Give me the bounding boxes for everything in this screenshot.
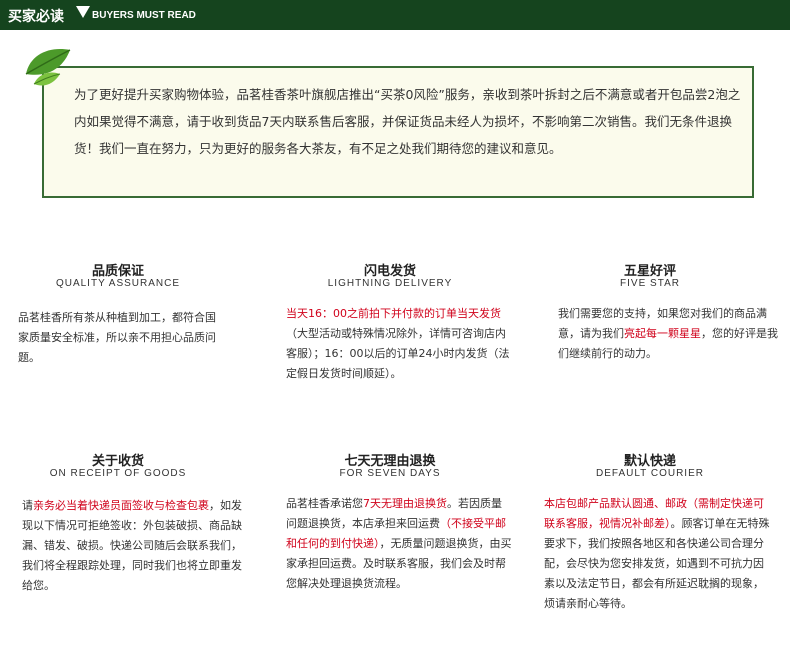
feature-shipping: 闪电发货 LIGHTNING DELIVERY 当天16：00之前拍下并付款的订… xyxy=(260,256,520,396)
rating-subtitle: FIVE STAR xyxy=(620,278,680,289)
feature-returns: 七天无理由退换 FOR SEVEN DAYS 品茗桂香承诺您7天无理由退换货。若… xyxy=(260,446,520,626)
shipping-title: 闪电发货 xyxy=(363,264,416,279)
receipt-subtitle: ON RECEIPT OF GOODS xyxy=(49,468,187,479)
header-title-en: BUYERS MUST READ xyxy=(92,10,196,21)
notice-text: 为了更好提升买家购物体验，品茗桂香茶叶旗舰店推出“买茶0风险”服务，亲收到茶叶拆… xyxy=(74,87,741,156)
shipping-body: 当天16：00之前拍下并付款的订单当天发货 （大型活动或特殊情况除外，详情可咨询店… xyxy=(286,304,512,384)
rating-body: 我们需要您的支持，如果您对我们的商品满意，请为我们亮起每一颗星星，您的好评是我们… xyxy=(558,304,784,364)
returns-body: 品茗桂香承诺您7天无理由退换货。若因质量问题退换货，本店承担来回运费（不接受平邮… xyxy=(286,494,512,594)
returns-text-a: 品茗桂香承诺您 xyxy=(286,497,363,510)
shipping-highlight: 当天16：00之前拍下并付款的订单当天发货 xyxy=(286,307,501,320)
feature-receipt: 关于收货 ON RECEIPT OF GOODS 请亲务必当着快递员面签收与检查… xyxy=(0,446,260,626)
courier-title: 默认快递 xyxy=(623,454,676,469)
tea-leaf-icon xyxy=(25,49,71,86)
receipt-highlight: 亲务必当着快递员面签收与检查包裹 xyxy=(33,499,209,512)
quality-body: 品茗桂香所有茶从种植到加工，都符合国家质量安全标准，所以亲不用担心品质问题。 xyxy=(18,311,216,364)
returns-highlight-1: 7天无理由退换货 xyxy=(363,497,447,510)
courier-details: 。顾客订单在无特殊要求下，我们按照各地区和各快递公司合理分配，会尽快为您安排发货… xyxy=(544,517,770,610)
returns-subtitle: FOR SEVEN DAYS xyxy=(339,468,441,479)
quality-title: 品质保证 xyxy=(91,264,144,279)
receipt-title: 关于收货 xyxy=(91,454,144,469)
feature-rating: 五星好评 FIVE STAR 我们需要您的支持，如果您对我们的商品满意，请为我们… xyxy=(520,256,780,396)
header-title-cn: 买家必读 xyxy=(8,9,64,25)
receipt-text-a: 请 xyxy=(22,499,33,512)
courier-subtitle: DEFAULT COURIER xyxy=(596,468,704,479)
header-pointer-icon xyxy=(76,6,90,18)
feature-quality: 品质保证 QUALITY ASSURANCE 品茗桂香所有茶从种植到加工，都符合… xyxy=(0,256,260,396)
shipping-subtitle: LIGHTNING DELIVERY xyxy=(327,278,453,289)
courier-body: 本店包邮产品默认圆通、邮政（需制定快递可联系客服，视情况补邮差）。顾客订单在无特… xyxy=(544,494,770,614)
returns-title: 七天无理由退换 xyxy=(344,454,436,469)
rating-highlight: 亮起每一颗星星 xyxy=(624,327,701,340)
header-bar: 买家必读 BUYERS MUST READ xyxy=(0,0,790,30)
receipt-body: 请亲务必当着快递员面签收与检查包裹，如发现以下情况可拒绝签收：外包装破损、商品缺… xyxy=(22,496,244,596)
shipping-details: （大型活动或特殊情况除外，详情可咨询店内客服）；16：00以后的订单24小时内发… xyxy=(286,327,510,380)
receipt-text-b: ，如发现以下情况可拒绝签收：外包装破损、商品缺漏、错发、破损。快递公司随后会联系… xyxy=(22,499,242,592)
rating-title: 五星好评 xyxy=(623,264,676,279)
notice-box: 为了更好提升买家购物体验，品茗桂香茶叶旗舰店推出“买茶0风险”服务，亲收到茶叶拆… xyxy=(42,66,754,198)
quality-subtitle: QUALITY ASSURANCE xyxy=(55,278,181,289)
feature-courier: 默认快递 DEFAULT COURIER 本店包邮产品默认圆通、邮政（需制定快递… xyxy=(520,446,780,626)
